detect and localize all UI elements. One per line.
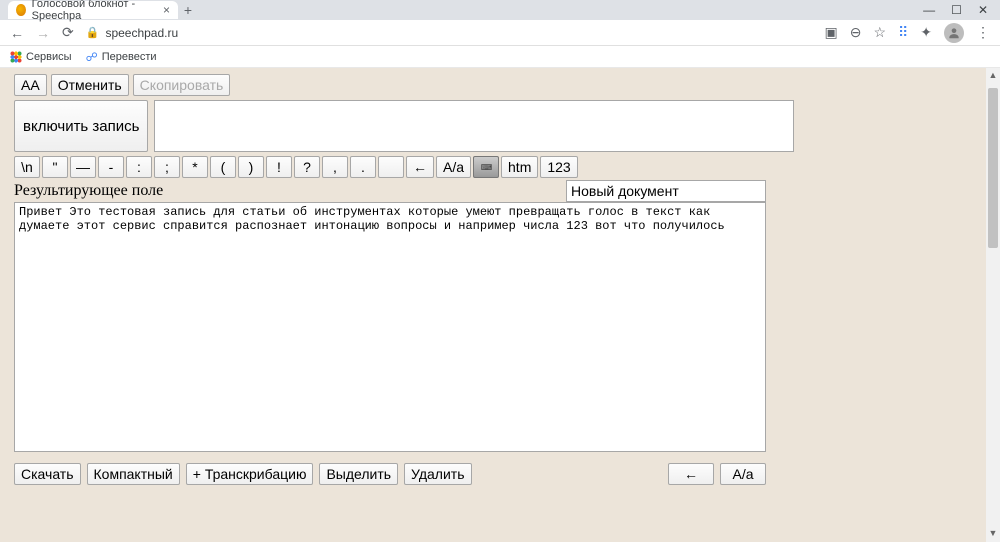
profile-avatar[interactable] bbox=[944, 23, 964, 43]
symbol-question[interactable]: ? bbox=[294, 156, 320, 178]
translate-bookmark-icon: ☍ bbox=[86, 50, 98, 64]
url-display[interactable]: 🔒 speechpad.ru bbox=[86, 26, 178, 40]
browser-tab-strip: Голосовой блокнот - Speechpa × + — ☐ ✕ bbox=[0, 0, 1000, 20]
browser-tab[interactable]: Голосовой блокнот - Speechpa × bbox=[8, 1, 178, 19]
tab-title: Голосовой блокнот - Speechpa bbox=[32, 0, 157, 22]
result-field-label: Результирующее поле bbox=[14, 182, 163, 200]
symbol-colon[interactable]: : bbox=[126, 156, 152, 178]
scroll-down-icon[interactable]: ▼ bbox=[988, 528, 998, 540]
back-icon[interactable]: ← bbox=[10, 25, 24, 41]
bottom-case-button[interactable]: A/a bbox=[720, 463, 766, 485]
backspace-button[interactable]: ← bbox=[406, 156, 434, 178]
address-bar: ← → ⟳ 🔒 speechpad.ru ▣ ⊖ ☆ ⠿ ✦ ⋮ bbox=[0, 20, 1000, 46]
url-text: speechpad.ru bbox=[105, 26, 178, 40]
scroll-thumb[interactable] bbox=[988, 88, 998, 248]
symbol-paren-open[interactable]: ( bbox=[210, 156, 236, 178]
cast-icon[interactable]: ▣ bbox=[824, 24, 837, 41]
symbol-paren-close[interactable]: ) bbox=[238, 156, 264, 178]
translate-bookmark[interactable]: ☍ Перевести bbox=[86, 50, 157, 64]
translate-icon[interactable]: ⠿ bbox=[898, 24, 908, 41]
forward-icon: → bbox=[36, 25, 50, 41]
symbol-emdash[interactable]: — bbox=[70, 156, 96, 178]
apps-bookmark[interactable]: Сервисы bbox=[10, 51, 72, 63]
copy-button[interactable]: Скопировать bbox=[133, 74, 231, 96]
zoom-icon[interactable]: ⊖ bbox=[850, 24, 862, 41]
symbol-comma[interactable]: , bbox=[322, 156, 348, 178]
compact-button[interactable]: Компактный bbox=[87, 463, 180, 485]
symbol-period[interactable]: . bbox=[350, 156, 376, 178]
tab-favicon bbox=[16, 4, 26, 16]
result-textarea[interactable] bbox=[14, 202, 766, 452]
font-size-button[interactable]: AA bbox=[14, 74, 47, 96]
document-name-input[interactable] bbox=[566, 180, 766, 202]
maximize-icon[interactable]: ☐ bbox=[951, 3, 962, 17]
symbol-asterisk[interactable]: * bbox=[182, 156, 208, 178]
transcribe-button[interactable]: + Транскрибацию bbox=[186, 463, 314, 485]
undo-button[interactable]: Отменить bbox=[51, 74, 129, 96]
new-tab-button[interactable]: + bbox=[178, 1, 198, 19]
symbol-newline[interactable]: \n bbox=[14, 156, 40, 178]
star-icon[interactable]: ☆ bbox=[873, 24, 886, 41]
num-button[interactable]: 123 bbox=[540, 156, 577, 178]
download-button[interactable]: Скачать bbox=[14, 463, 81, 485]
symbol-quote[interactable]: " bbox=[42, 156, 68, 178]
bottom-toolbar: Скачать Компактный + Транскрибацию Выдел… bbox=[14, 463, 766, 485]
close-window-icon[interactable]: ✕ bbox=[978, 3, 988, 17]
interim-textarea[interactable] bbox=[154, 100, 794, 152]
scroll-up-icon[interactable]: ▲ bbox=[988, 70, 998, 82]
symbol-dash[interactable]: - bbox=[98, 156, 124, 178]
symbol-semicolon[interactable]: ; bbox=[154, 156, 180, 178]
symbol-exclaim[interactable]: ! bbox=[266, 156, 292, 178]
reload-icon[interactable]: ⟳ bbox=[62, 24, 74, 41]
window-controls: — ☐ ✕ bbox=[923, 3, 992, 17]
delete-button[interactable]: Удалить bbox=[404, 463, 471, 485]
symbol-toolbar: \n " — - : ; * ( ) ! ? , . ← A/a ⌨ htm 1… bbox=[14, 156, 986, 178]
symbol-blank[interactable] bbox=[378, 156, 404, 178]
minimize-icon[interactable]: — bbox=[923, 3, 935, 17]
page-content: AA Отменить Скопировать включить запись … bbox=[0, 68, 1000, 542]
extensions-icon[interactable]: ✦ bbox=[920, 24, 932, 41]
close-tab-icon[interactable]: × bbox=[163, 3, 170, 17]
page-scrollbar[interactable]: ▲ ▼ bbox=[986, 68, 1000, 542]
record-button[interactable]: включить запись bbox=[14, 100, 148, 152]
keyboard-icon[interactable]: ⌨ bbox=[473, 156, 499, 178]
menu-icon[interactable]: ⋮ bbox=[976, 24, 990, 41]
case-toggle-button[interactable]: A/a bbox=[436, 156, 471, 178]
apps-icon bbox=[10, 51, 22, 63]
bottom-back-button[interactable]: ← bbox=[668, 463, 714, 485]
select-button[interactable]: Выделить bbox=[319, 463, 398, 485]
bookmarks-bar: Сервисы ☍ Перевести bbox=[0, 46, 1000, 68]
htm-button[interactable]: htm bbox=[501, 156, 538, 178]
lock-icon: 🔒 bbox=[86, 26, 100, 39]
